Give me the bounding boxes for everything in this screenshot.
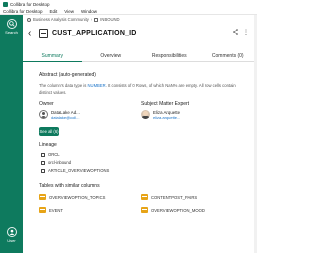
table-icon: [41, 168, 45, 173]
abstract-heading: Abstract (auto-generated): [39, 72, 96, 78]
similar-table-label: OVERVIEWOPTION_MOOD: [151, 207, 205, 213]
tab-responsibilities[interactable]: Responsibilities: [140, 50, 199, 61]
share-icon[interactable]: [233, 29, 238, 37]
lineage-item-label: ARTICLE_OVERVIEWOPTIONS: [48, 168, 110, 173]
window-title: Collibra for Desktop: [10, 1, 50, 7]
sme-heading: Subject Matter Expert: [141, 101, 190, 107]
tab-summary[interactable]: Summary: [23, 50, 82, 62]
breadcrumb-schema[interactable]: INBOUND: [100, 17, 119, 22]
group-avatar-icon: [39, 110, 48, 119]
abstract-text-1: The column's data type is: [39, 83, 88, 88]
lineage-item[interactable]: ORCL: [41, 152, 60, 157]
lineage-heading: Lineage: [39, 142, 57, 148]
scrollbar[interactable]: [254, 15, 257, 253]
breadcrumb: Business Analysis Community › INBOUND: [23, 15, 257, 24]
similar-table-item[interactable]: CONTENTPOST_PAIRS: [141, 194, 197, 200]
page-title: CUST_APPLICATION_ID: [52, 29, 137, 37]
tab-bar: Summary Overview Responsibilities Commen…: [23, 50, 257, 62]
left-sidebar: Search User: [0, 15, 23, 253]
table-icon: [39, 194, 46, 200]
table-icon: [141, 207, 148, 213]
breadcrumb-community[interactable]: Business Analysis Community: [33, 17, 89, 22]
similar-table-label: OVERVIEWOPTION_TOPICS: [49, 194, 106, 200]
table-icon: [39, 207, 46, 213]
lineage-item[interactable]: ARTICLE_OVERVIEWOPTIONS: [41, 168, 109, 173]
search-icon: [6, 19, 17, 29]
user-nav-button[interactable]: User: [0, 227, 23, 243]
app-logo-icon: [3, 1, 8, 7]
user-icon: [6, 227, 17, 237]
menu-bar: Collibra for Desktop Edit View Window: [0, 8, 257, 15]
lineage-item-label: ORCL: [48, 152, 60, 157]
data-type-link[interactable]: NUMBER: [88, 83, 106, 88]
lineage-item[interactable]: orcl-inbound: [41, 160, 71, 165]
database-icon: [41, 152, 45, 157]
tab-comments[interactable]: Comments (0): [199, 50, 258, 61]
sme-email[interactable]: eliza.arquette...: [153, 115, 180, 120]
abstract-text: The column's data type is NUMBER. It con…: [39, 83, 244, 96]
sme-card[interactable]: Eliza Arquette eliza.arquette...: [141, 110, 180, 120]
user-nav-label: User: [7, 238, 16, 243]
table-icon: [141, 194, 148, 200]
menu-window[interactable]: Window: [81, 9, 97, 14]
menu-view[interactable]: View: [64, 9, 74, 14]
schema-icon: [41, 160, 45, 165]
lineage-item-label: orcl-inbound: [48, 160, 72, 165]
owner-card[interactable]: DataLake Ad... datalake@coll...: [39, 110, 80, 120]
search-nav-button[interactable]: Search: [0, 19, 23, 35]
tab-overview[interactable]: Overview: [82, 50, 141, 61]
schema-icon: [94, 17, 99, 22]
avatar: [141, 110, 150, 119]
similar-table-item[interactable]: OVERVIEWOPTION_MOOD: [141, 207, 205, 213]
more-options-icon[interactable]: ⋮: [243, 29, 249, 37]
similar-table-item[interactable]: OVERVIEWOPTION_TOPICS: [39, 194, 105, 200]
asset-header: ‹ CUST_APPLICATION_ID ⋮: [23, 24, 257, 42]
similar-table-label: CONTENTPOST_PAIRS: [151, 194, 198, 200]
community-icon: [27, 17, 31, 22]
similar-table-item[interactable]: EVENT: [39, 207, 63, 213]
search-nav-label: Search: [5, 30, 18, 35]
owner-heading: Owner: [39, 101, 54, 107]
menu-edit[interactable]: Edit: [50, 9, 58, 14]
owner-email[interactable]: datalake@coll...: [51, 115, 80, 120]
breadcrumb-separator-icon: ›: [90, 17, 93, 22]
similar-heading: Tables with similar columns: [39, 183, 100, 189]
window-titlebar: Collibra for Desktop: [0, 0, 257, 8]
see-all-button[interactable]: See all (6): [39, 127, 59, 136]
column-icon: [39, 28, 48, 38]
similar-table-label: EVENT: [49, 207, 63, 213]
back-arrow-icon[interactable]: ‹: [28, 28, 36, 39]
menu-app[interactable]: Collibra for Desktop: [3, 9, 43, 14]
